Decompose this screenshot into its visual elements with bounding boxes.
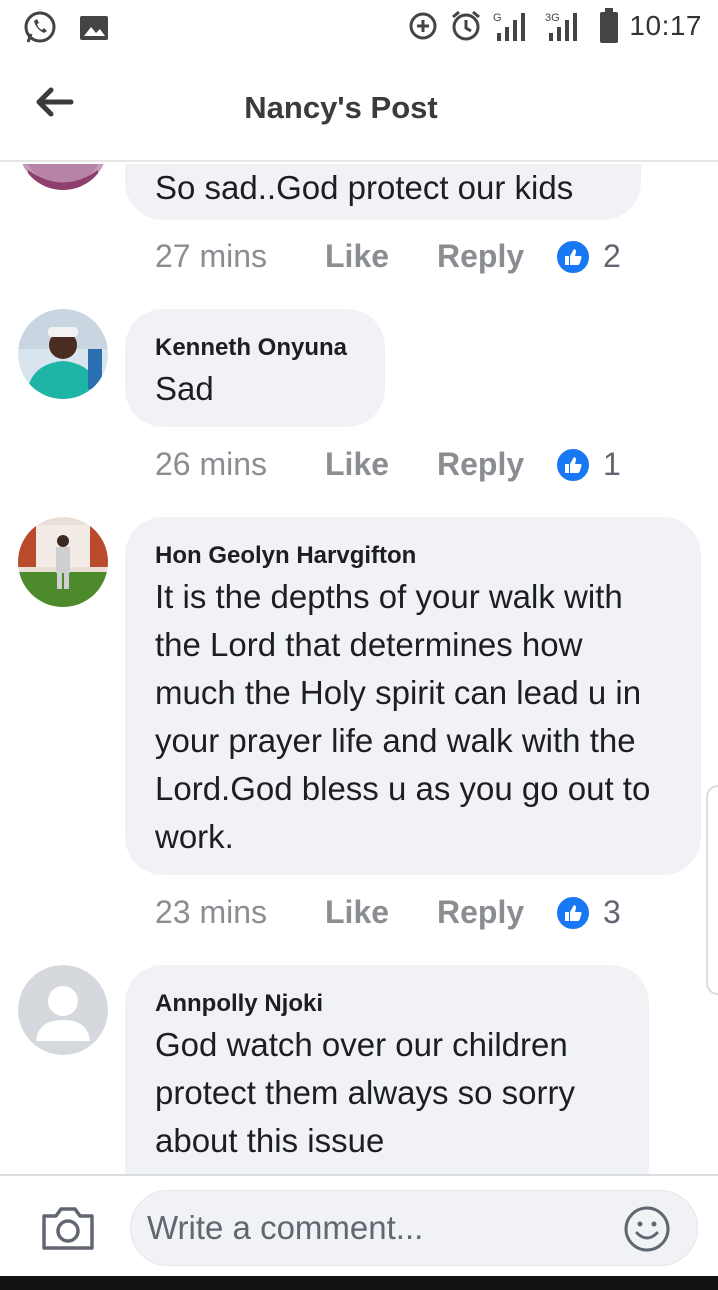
alarm-icon [449,9,483,43]
like-button[interactable]: Like [325,446,437,483]
like-button[interactable]: Like [325,894,437,931]
comment-author[interactable]: Kenneth Onyuna [155,331,355,365]
signal-3g-icon: 3G [543,9,589,43]
thumbs-up-icon [555,894,591,931]
reply-button[interactable]: Reply [437,238,555,275]
svg-text:G: G [493,12,502,24]
thumbs-up-icon [555,446,591,483]
data-saver-icon [407,10,439,42]
avatar[interactable] [18,517,108,607]
status-bar: G 3G 10:17 [0,0,718,54]
like-button[interactable]: Like [325,238,437,275]
battery-icon [599,8,619,44]
signal-icon: G [493,9,533,43]
comment-author[interactable]: Annpolly Njoki [155,987,619,1021]
page-title: Nancy's Post [244,90,438,125]
reply-button[interactable]: Reply [437,446,555,483]
scroll-indicator[interactable] [706,785,718,995]
emoji-icon [624,1206,670,1252]
comment-author[interactable]: Hon Geolyn Harvgifton [155,539,671,573]
comment-time: 26 mins [155,446,268,482]
reply-button[interactable]: Reply [437,894,555,931]
comment-text: God watch over our children protect them… [155,1026,575,1159]
comment-text: It is the depths of your walk with the L… [155,578,651,855]
post-header: Nancy's Post [0,54,718,162]
camera-icon [42,1207,94,1250]
default-profile-icon [18,965,108,1055]
network-label: 3G [545,12,560,24]
status-time: 10:17 [629,10,702,41]
whatsapp-icon [22,10,58,46]
comment-text: Sad [155,370,214,407]
comment-bubble[interactable]: Kenneth Onyuna Sad [125,309,385,427]
avatar[interactable] [18,309,108,399]
avatar[interactable] [18,965,108,1055]
reaction-count[interactable]: 3 [555,894,621,931]
comments-list[interactable]: So sad..God protect our kids 27 mins Lik… [0,164,718,1174]
comment-actions: 27 mins Like Reply 2 [155,238,621,275]
comment-bubble[interactable]: Hon Geolyn Harvgifton It is the depths o… [125,517,701,875]
comment-time: 27 mins [155,238,268,274]
camera-button[interactable] [40,1204,96,1252]
comment-input-container[interactable] [130,1190,698,1266]
comment-input[interactable] [147,1191,617,1265]
comment-composer [0,1174,718,1274]
comment-time: 23 mins [155,894,268,930]
comment-actions: 23 mins Like Reply 3 [155,894,621,931]
gallery-icon [78,10,110,46]
system-nav-bar [0,1276,718,1290]
comment-text: So sad..God protect our kids [155,169,574,206]
avatar[interactable] [18,164,108,190]
reaction-count[interactable]: 1 [555,446,621,483]
thumbs-up-icon [555,238,591,275]
reaction-count[interactable]: 2 [555,238,621,275]
comment-bubble[interactable]: Annpolly Njoki God watch over our childr… [125,965,649,1174]
comment-actions: 26 mins Like Reply 1 [155,446,621,483]
emoji-button[interactable] [623,1205,671,1253]
comment-bubble[interactable]: So sad..God protect our kids [125,164,641,220]
